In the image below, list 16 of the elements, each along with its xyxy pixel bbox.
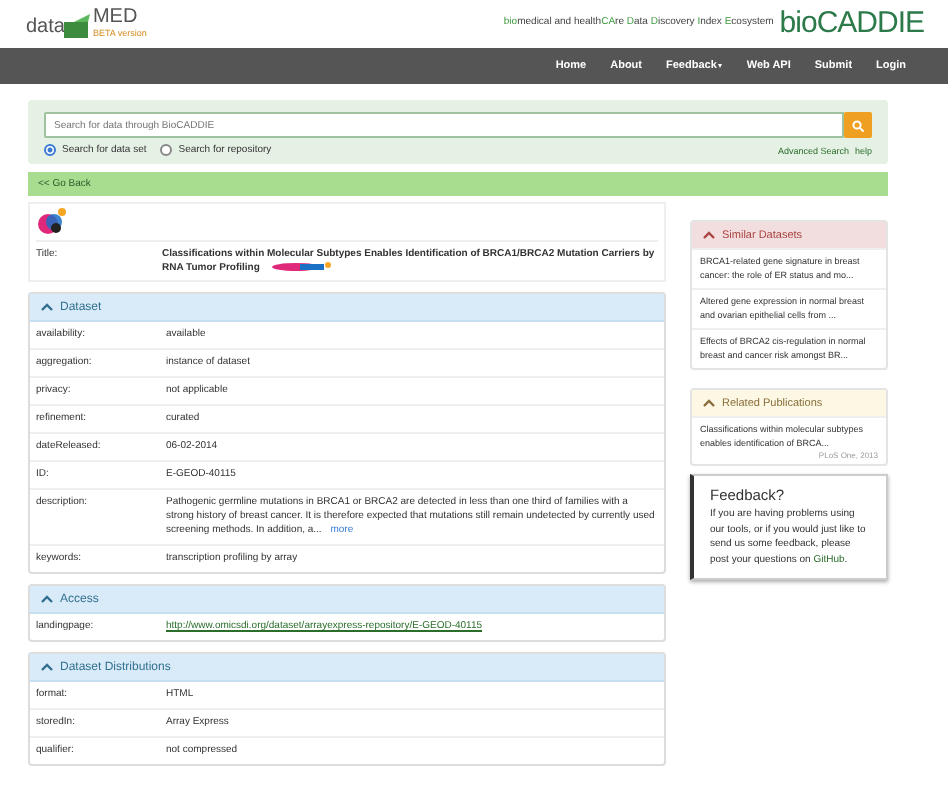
- brand-logo: bioCADDIE: [779, 5, 924, 39]
- chevron-up-icon: [40, 302, 54, 312]
- chevron-up-icon: [40, 594, 54, 604]
- logo-text: data: [26, 16, 65, 38]
- radio-button[interactable]: [160, 144, 173, 156]
- chevron-up-icon: [702, 230, 716, 240]
- radio-button[interactable]: [44, 144, 56, 156]
- logo-icon: [64, 14, 93, 38]
- chevron-up-icon: [702, 398, 716, 408]
- search-icon: [852, 119, 864, 131]
- search-button[interactable]: [844, 112, 872, 138]
- logo-text: MED: [92, 6, 140, 28]
- repository-logo-icon: [36, 208, 68, 236]
- chevron-up-icon: [40, 662, 54, 672]
- caret-icon: [718, 64, 723, 68]
- colored-bar-icon: [271, 262, 332, 273]
